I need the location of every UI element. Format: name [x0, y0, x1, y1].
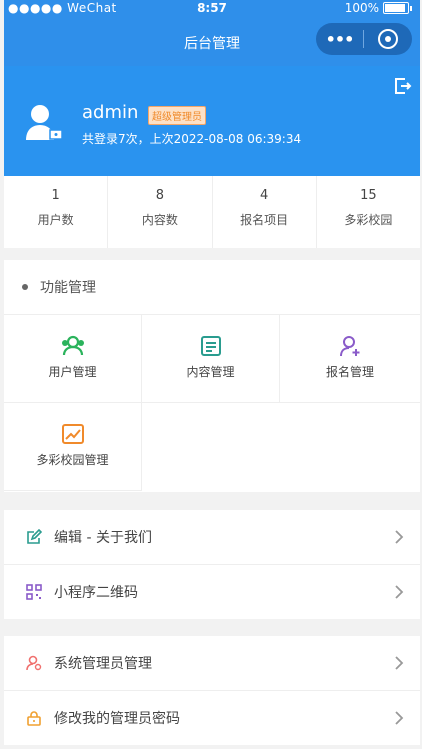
qrcode-icon [26, 584, 42, 600]
close-miniprogram-icon[interactable] [364, 29, 411, 49]
content-icon [200, 336, 221, 356]
profile-header: admin 超级管理员 共登录7次，上次2022-08-08 06:39:34 [4, 66, 420, 176]
chevron-right-icon [395, 530, 404, 544]
function-content-manage[interactable]: 内容管理 [142, 315, 280, 403]
lock-icon [27, 711, 41, 726]
list-group-1: 编辑 - 关于我们 小程序二维码 [4, 510, 420, 619]
login-info: 共登录7次，上次2022-08-08 06:39:34 [82, 132, 302, 146]
chevron-right-icon [395, 656, 404, 670]
stat-contents[interactable]: 8 内容数 [108, 176, 213, 248]
list-item-change-password[interactable]: 修改我的管理员密码 [4, 691, 420, 745]
battery-icon [383, 2, 409, 14]
users-icon [61, 335, 84, 356]
user-name: admin [82, 102, 139, 123]
edit-icon [27, 529, 42, 544]
avatar [26, 105, 63, 140]
miniprogram-capsule: ••• [316, 23, 412, 55]
battery-percent: 100% [344, 1, 379, 15]
list-item-admin-manage[interactable]: 系统管理员管理 [4, 636, 420, 691]
chart-icon [61, 424, 84, 444]
function-section: 功能管理 用户管理 内容管理 报名管理 多彩校园管理 [4, 260, 420, 492]
list-item-edit-about[interactable]: 编辑 - 关于我们 [4, 510, 420, 565]
admin-icon [26, 655, 42, 671]
stats-bar: 1 用户数 8 内容数 4 报名项目 15 多彩校园 [4, 176, 420, 248]
stat-campus[interactable]: 15 多彩校园 [317, 176, 420, 248]
list-group-2: 系统管理员管理 修改我的管理员密码 [4, 636, 420, 745]
function-campus-manage[interactable]: 多彩校园管理 [4, 403, 142, 491]
role-badge: 超级管理员 [148, 106, 206, 125]
function-enroll-manage[interactable]: 报名管理 [280, 315, 420, 403]
logout-icon[interactable] [392, 76, 412, 96]
chevron-right-icon [395, 585, 404, 599]
user-add-icon [340, 336, 360, 357]
bullet-dot-icon [22, 284, 28, 290]
stat-users[interactable]: 1 用户数 [4, 176, 109, 248]
list-item-qrcode[interactable]: 小程序二维码 [4, 565, 420, 619]
app-frame: ●●●●● WeChat 8:57 100% 后台管理 ••• admin 超级… [4, 0, 420, 749]
section-title: 功能管理 [40, 280, 96, 296]
nav-bar: 后台管理 ••• [4, 18, 420, 66]
status-bar: ●●●●● WeChat 8:57 100% [4, 0, 420, 18]
chevron-right-icon [395, 711, 404, 725]
stat-enrollments[interactable]: 4 报名项目 [213, 176, 317, 248]
more-icon[interactable]: ••• [316, 30, 363, 49]
function-user-manage[interactable]: 用户管理 [4, 315, 142, 403]
